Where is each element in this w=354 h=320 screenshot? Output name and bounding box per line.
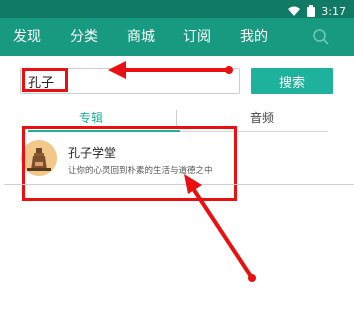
nav-item-subscribe[interactable]: 订阅 <box>183 18 211 56</box>
status-time: 3:17 <box>321 5 346 18</box>
top-nav-bar: 发现 分类 商城 订阅 我的 <box>0 18 354 56</box>
nav-item-category[interactable]: 分类 <box>70 18 98 56</box>
nav-item-mall[interactable]: 商城 <box>127 18 155 56</box>
status-bar: 3:17 <box>0 0 354 18</box>
list-divider <box>4 184 354 185</box>
tab-separator <box>176 110 177 126</box>
nav-item-mine[interactable]: 我的 <box>240 18 268 56</box>
search-button[interactable]: 搜索 <box>251 68 333 94</box>
nav-item-discover[interactable]: 发现 <box>13 18 41 56</box>
search-icon[interactable] <box>312 28 330 50</box>
annotation-highlight-search-text <box>22 68 68 92</box>
annotation-highlight-result <box>22 126 237 201</box>
